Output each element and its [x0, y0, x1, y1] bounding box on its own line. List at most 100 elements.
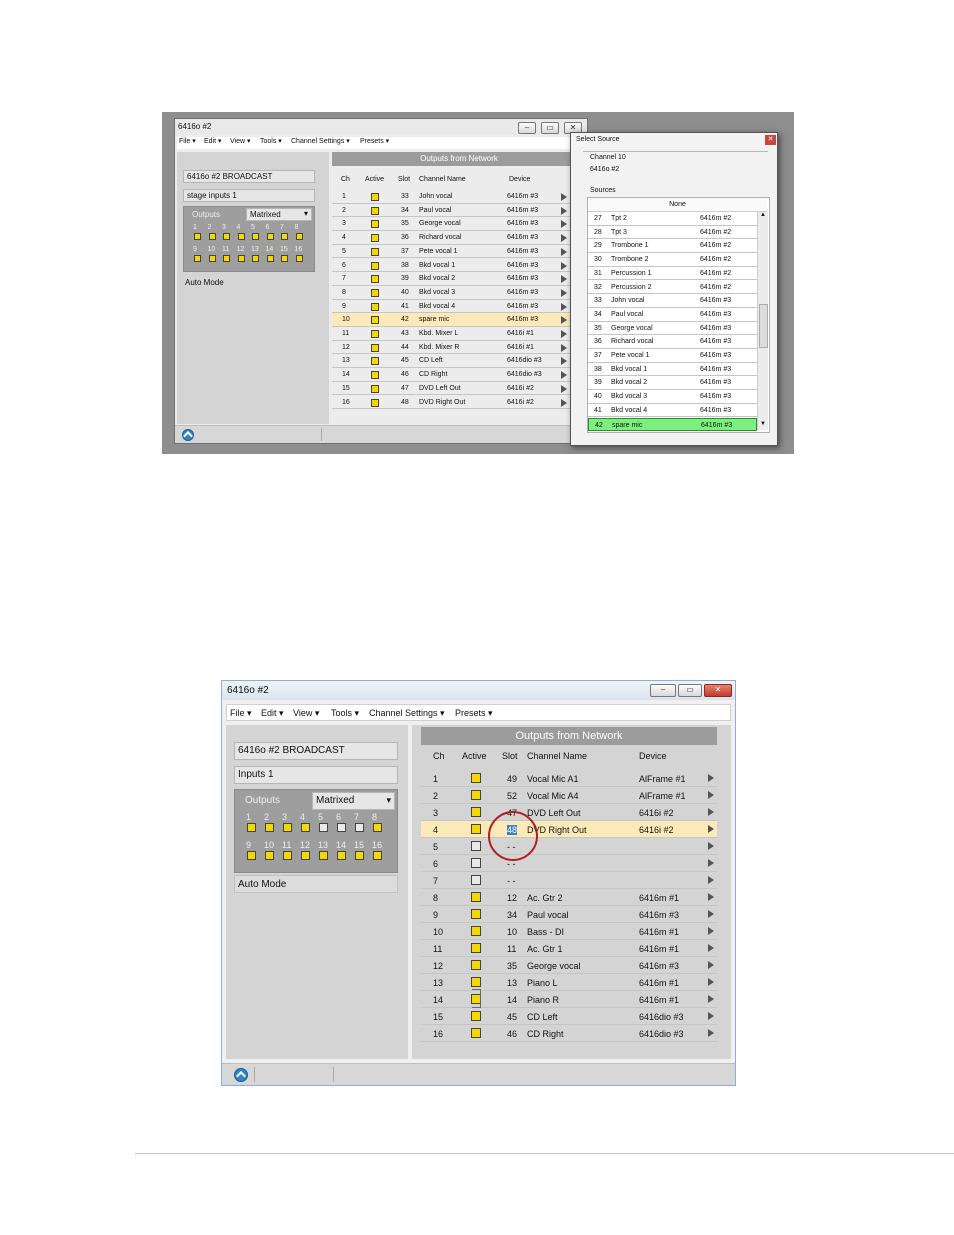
table-row[interactable]: 13 45 CD Left 6416dio #3 — [332, 354, 572, 369]
row-arrow-icon[interactable] — [561, 288, 567, 297]
active-toggle[interactable] — [471, 841, 481, 851]
output-toggle[interactable] — [301, 823, 310, 832]
source-row[interactable]: 42 spare mic 6416m #3 — [588, 417, 757, 432]
menu-view[interactable]: View ▾ — [230, 137, 251, 145]
output-toggle[interactable] — [237, 255, 245, 262]
device-name-field[interactable]: 6416o #2 BROADCAST — [234, 742, 398, 760]
output-toggle[interactable] — [265, 823, 274, 832]
active-toggle[interactable] — [371, 302, 379, 311]
row-arrow-icon[interactable] — [561, 371, 567, 380]
active-toggle[interactable] — [471, 790, 481, 800]
output-toggle[interactable] — [252, 233, 259, 240]
active-toggle[interactable] — [371, 357, 379, 366]
active-toggle[interactable] — [471, 824, 481, 834]
table-row[interactable]: 14 14 Piano R 6416m #1 — [421, 991, 717, 1008]
sources-list[interactable]: None 27 Tpt 2 6416m #2 28 Tpt 3 6416m #2 29 Tro… — [587, 197, 770, 433]
table-row[interactable]: 5 37 Pete vocal 1 6416m #3 — [332, 245, 572, 259]
active-toggle[interactable] — [371, 247, 379, 256]
row-arrow-icon[interactable] — [708, 774, 714, 782]
active-toggle[interactable] — [371, 206, 379, 215]
output-toggle[interactable] — [373, 851, 382, 860]
table-row[interactable]: 2 52 Vocal Mic A4 AlFrame #1 — [421, 787, 717, 804]
network-status-icon[interactable] — [182, 429, 194, 441]
scroll-up-icon[interactable]: ▲ — [760, 212, 766, 218]
table-row[interactable]: 4 48 DVD Right Out 6416i #2 — [421, 821, 717, 838]
output-toggle[interactable] — [247, 823, 256, 832]
row-arrow-icon[interactable] — [708, 876, 714, 884]
menu-edit[interactable]: Edit ▾ — [261, 708, 284, 719]
output-toggle[interactable] — [223, 255, 230, 262]
output-toggle[interactable] — [373, 823, 382, 832]
maximize-icon[interactable]: ▭ — [541, 122, 559, 134]
mode-select[interactable]: Matrixed ▾ — [312, 792, 395, 810]
output-toggle[interactable] — [355, 823, 364, 832]
active-toggle[interactable] — [371, 288, 379, 297]
active-toggle[interactable] — [471, 1011, 481, 1021]
table-row[interactable]: 1 49 Vocal Mic A1 AlFrame #1 — [421, 770, 717, 787]
menu-edit[interactable]: Edit ▾ — [204, 137, 222, 145]
sources-scrollbar[interactable]: ▲ ▼ — [757, 212, 768, 430]
row-arrow-icon[interactable] — [561, 357, 567, 366]
row-arrow-icon[interactable] — [708, 825, 714, 833]
active-toggle[interactable] — [471, 960, 481, 970]
active-toggle[interactable] — [371, 275, 379, 284]
active-toggle[interactable] — [371, 193, 379, 201]
source-row[interactable]: 33 John vocal 6416m #3 — [588, 294, 757, 308]
output-toggle[interactable] — [283, 851, 292, 860]
table-row[interactable]: 2 34 Paul vocal 6416m #3 — [332, 204, 572, 218]
row-arrow-icon[interactable] — [561, 247, 567, 256]
table-row[interactable]: 11 11 Ac. Gtr 1 6416m #1 — [421, 940, 717, 957]
table-row[interactable]: 3 35 George vocal 6416m #3 — [332, 217, 572, 232]
source-row[interactable]: 34 Paul vocal 6416m #3 — [588, 308, 757, 322]
source-none[interactable]: None — [588, 198, 767, 212]
row-arrow-icon[interactable] — [708, 944, 714, 952]
table-row[interactable]: 3 47 DVD Left Out 6416i #2 — [421, 804, 717, 821]
row-arrow-icon[interactable] — [708, 842, 714, 850]
menu-channel-settings[interactable]: Channel Settings ▾ — [369, 708, 445, 719]
source-row[interactable]: 27 Tpt 2 6416m #2 — [588, 212, 757, 226]
row-arrow-icon[interactable] — [708, 1012, 714, 1020]
row-arrow-icon[interactable] — [708, 791, 714, 799]
table-row[interactable]: 14 46 CD Right 6416dio #3 — [332, 368, 572, 382]
active-toggle[interactable] — [471, 875, 481, 885]
table-row[interactable]: 6- - — [421, 855, 717, 872]
active-toggle[interactable] — [471, 807, 481, 817]
row-arrow-icon[interactable] — [561, 398, 567, 407]
source-row[interactable]: 32 Percussion 2 6416m #2 — [588, 281, 757, 295]
inputs-name-field[interactable]: stage inputs 1 — [183, 189, 315, 202]
menu-tools[interactable]: Tools ▾ — [260, 137, 282, 145]
source-row[interactable]: 28 Tpt 3 6416m #2 — [588, 226, 757, 240]
output-toggle[interactable] — [266, 233, 274, 240]
table-row[interactable]: 12 44 Kbd. Mixer R 6416i #1 — [332, 341, 572, 355]
row-arrow-icon[interactable] — [561, 220, 567, 229]
menu-view[interactable]: View ▾ — [293, 708, 319, 719]
active-toggle[interactable] — [371, 343, 379, 352]
active-toggle[interactable] — [371, 398, 379, 407]
active-toggle[interactable] — [371, 316, 379, 325]
active-toggle[interactable] — [471, 892, 481, 902]
row-arrow-icon[interactable] — [561, 330, 567, 338]
active-toggle[interactable] — [371, 330, 379, 338]
output-toggle[interactable] — [355, 851, 364, 860]
table-row[interactable]: 6 38 Bkd vocal 1 6416m #3 — [332, 259, 572, 273]
row-arrow-icon[interactable] — [561, 384, 567, 393]
table-row[interactable]: 7 - - — [421, 872, 717, 889]
output-toggle[interactable] — [237, 233, 245, 240]
active-toggle[interactable] — [471, 858, 481, 868]
active-toggle[interactable] — [471, 943, 481, 953]
table-row[interactable]: 11 43 Kbd. Mixer L 6416i #1 — [332, 327, 572, 341]
row-arrow-icon[interactable] — [561, 234, 567, 243]
active-toggle[interactable] — [371, 261, 379, 270]
output-toggle[interactable] — [247, 851, 256, 860]
output-toggle[interactable] — [194, 233, 201, 240]
table-row[interactable]: 7 39 Bkd vocal 2 6416m #3 — [332, 272, 572, 286]
close-icon[interactable]: ✕ — [704, 684, 732, 697]
table-row[interactable]: 16 48 DVD Right Out 6416i #2 — [332, 396, 572, 410]
table-row[interactable]: 15 45 CD Left 6416dio #3 — [421, 1008, 717, 1025]
menu-presets[interactable]: Presets ▾ — [360, 137, 389, 145]
mode-select[interactable]: Matrixed ▾ — [246, 208, 312, 221]
output-toggle[interactable] — [295, 233, 303, 240]
active-toggle[interactable] — [371, 371, 379, 380]
menu-file[interactable]: File ▾ — [179, 137, 196, 145]
output-toggle[interactable] — [283, 823, 292, 832]
